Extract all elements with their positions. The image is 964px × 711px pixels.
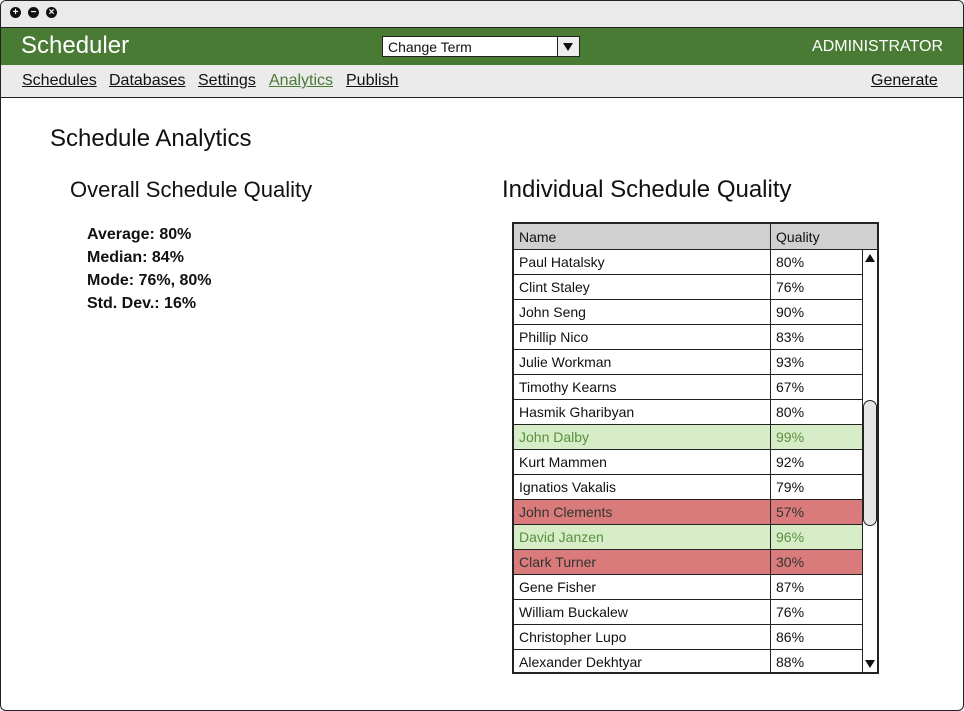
cell-quality: 79% (776, 479, 805, 495)
nav-analytics[interactable]: Analytics (269, 72, 333, 90)
stat-stddev: Std. Dev.: 16% (87, 295, 197, 312)
cell-quality: 76% (776, 279, 805, 295)
cell-quality: 67% (776, 379, 805, 395)
cell-name: David Janzen (519, 529, 604, 545)
cell-quality: 99% (776, 429, 805, 445)
table-row[interactable]: David Janzen 96% (514, 525, 862, 550)
dropdown-arrow-icon[interactable] (557, 37, 579, 56)
overall-stats: Average: 80% Median: 84% Mode: 76%, 80% … (87, 223, 211, 315)
cell-name: Gene Fisher (519, 579, 597, 595)
cell-name: Clint Staley (519, 279, 590, 295)
table-row[interactable]: John Clements 57% (514, 500, 862, 525)
table-scrollbar[interactable] (862, 250, 877, 672)
user-role-label: ADMINISTRATOR (812, 38, 943, 55)
cell-quality: 80% (776, 254, 805, 270)
cell-quality: 86% (776, 629, 805, 645)
cell-quality: 93% (776, 354, 805, 370)
cell-name: John Clements (519, 504, 613, 520)
generate-link[interactable]: Generate (871, 72, 938, 90)
cell-name: Timothy Kearns (519, 379, 617, 395)
cell-name: Clark Turner (519, 554, 597, 570)
nav-databases[interactable]: Databases (109, 72, 186, 90)
table-header: Name Quality (514, 224, 877, 250)
nav-schedules[interactable]: Schedules (22, 72, 97, 90)
table-row[interactable]: Phillip Nico 83% (514, 325, 862, 350)
cell-quality: 90% (776, 304, 805, 320)
cell-quality: 76% (776, 604, 805, 620)
cell-name: Kurt Mammen (519, 454, 607, 470)
table-row[interactable]: Timothy Kearns 67% (514, 375, 862, 400)
cell-name: Alexander Dekhtyar (519, 654, 642, 670)
table-row[interactable]: Clint Staley 76% (514, 275, 862, 300)
table-row[interactable]: Alexander Dekhtyar 88% (514, 650, 862, 672)
app-window: + − × Scheduler Change Term ADMINISTRATO… (0, 0, 964, 711)
column-header-quality[interactable]: Quality (776, 229, 820, 245)
cell-name: William Buckalew (519, 604, 628, 620)
app-title: Scheduler (21, 32, 130, 59)
stat-median: Median: 84% (87, 249, 184, 266)
cell-quality: 30% (776, 554, 805, 570)
window-minimize-icon[interactable]: − (28, 7, 39, 18)
table-row[interactable]: Christopher Lupo 86% (514, 625, 862, 650)
cell-quality: 92% (776, 454, 805, 470)
cell-name: Paul Hatalsky (519, 254, 605, 270)
nav-publish[interactable]: Publish (346, 72, 398, 90)
table-row[interactable]: Ignatios Vakalis 79% (514, 475, 862, 500)
cell-quality: 57% (776, 504, 805, 520)
cell-quality: 96% (776, 529, 805, 545)
table-row[interactable]: William Buckalew 76% (514, 600, 862, 625)
overall-quality-title: Overall Schedule Quality (70, 177, 313, 202)
table-row[interactable]: Hasmik Gharibyan 80% (514, 400, 862, 425)
cell-quality: 80% (776, 404, 805, 420)
table-row[interactable]: John Seng 90% (514, 300, 862, 325)
stat-average: Average: 80% (87, 226, 192, 243)
window-close-icon[interactable]: × (46, 7, 57, 18)
table-row[interactable]: Julie Workman 93% (514, 350, 862, 375)
scroll-up-icon[interactable] (864, 252, 876, 264)
table-row[interactable]: Gene Fisher 87% (514, 575, 862, 600)
individual-quality-title: Individual Schedule Quality (502, 176, 792, 203)
table-row[interactable]: John Dalby 99% (514, 425, 862, 450)
column-divider (770, 224, 771, 672)
cell-name: Phillip Nico (519, 329, 589, 345)
page-title: Schedule Analytics (50, 125, 252, 152)
stat-mode: Mode: 76%, 80% (87, 272, 212, 289)
window-maximize-icon[interactable]: + (10, 7, 21, 18)
cell-name: John Seng (519, 304, 586, 320)
scroll-down-icon[interactable] (864, 658, 876, 670)
scroll-thumb[interactable] (863, 400, 877, 526)
table-row[interactable]: Paul Hatalsky 80% (514, 250, 862, 275)
table-row[interactable]: Kurt Mammen 92% (514, 450, 862, 475)
table-row[interactable]: Clark Turner 30% (514, 550, 862, 575)
quality-table: Name Quality Paul Hatalsky 80% Clint Stale… (512, 222, 879, 674)
cell-name: Ignatios Vakalis (519, 479, 617, 495)
column-header-name[interactable]: Name (519, 229, 556, 245)
change-term-select[interactable]: Change Term (382, 36, 580, 57)
cell-quality: 83% (776, 329, 805, 345)
term-select-value: Change Term (388, 39, 472, 55)
table-body: Paul Hatalsky 80% Clint Staley 76% John Seng… (514, 250, 862, 672)
cell-quality: 87% (776, 579, 805, 595)
nav-settings[interactable]: Settings (198, 72, 256, 90)
cell-quality: 88% (776, 654, 805, 670)
window-titlebar: + − × (1, 1, 963, 28)
app-header: Scheduler Change Term ADMINISTRATOR (1, 28, 963, 65)
nav-bar: Schedules Databases Settings Analytics P… (1, 65, 963, 98)
cell-name: Julie Workman (519, 354, 612, 370)
cell-name: Hasmik Gharibyan (519, 404, 635, 420)
cell-name: John Dalby (519, 429, 590, 445)
cell-name: Christopher Lupo (519, 629, 627, 645)
